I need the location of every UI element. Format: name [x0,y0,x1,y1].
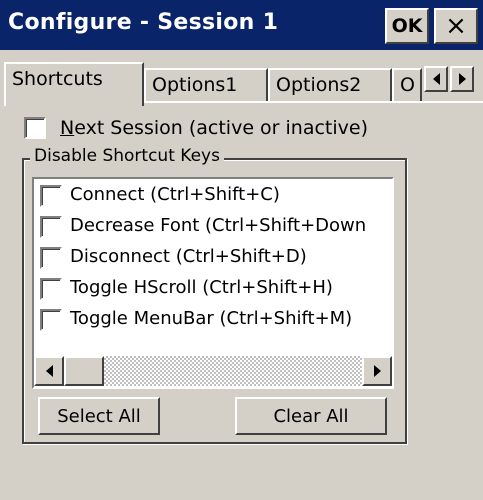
list-item[interactable]: Connect (Ctrl+Shift+C) [34,181,392,211]
next-session-mnemonic: N [60,117,75,139]
arrow-right-icon [373,365,381,377]
window-title: Configure - Session 1 [8,10,279,35]
next-session-checkbox[interactable] [24,117,46,139]
tab-options1-label: Options1 [152,74,238,96]
list-item-checkbox[interactable] [40,309,62,331]
arrow-left-icon [45,365,53,377]
scrollbar-thumb[interactable] [64,356,104,386]
list-item[interactable]: Disconnect (Ctrl+Shift+D) [34,243,392,273]
list-item-checkbox[interactable] [40,216,62,238]
tab-scroll-left-button[interactable] [424,66,448,92]
title-bar: Configure - Session 1 OK × [0,0,483,50]
list-item[interactable]: Decrease Font (Ctrl+Shift+Down [34,212,392,242]
scroll-left-button[interactable] [34,356,64,386]
select-all-button[interactable]: Select All [38,397,160,435]
configure-dialog: Configure - Session 1 OK × Shortcuts Opt… [0,0,483,500]
scroll-right-button[interactable] [362,356,392,386]
clear-all-button[interactable]: Clear All [235,397,387,435]
tab-options2-label: Options2 [276,74,362,96]
tab-options3-partial[interactable]: O [392,68,422,102]
close-button[interactable]: × [434,8,478,44]
scrollbar-track[interactable] [104,356,362,386]
arrow-left-icon [432,73,440,85]
tab-shortcuts[interactable]: Shortcuts [4,62,144,106]
list-item-checkbox[interactable] [40,278,62,300]
next-session-label-rest: ext Session (active or inactive) [74,117,369,139]
next-session-label[interactable]: Next Session (active or inactive) [60,117,368,139]
arrow-right-icon [458,73,466,85]
tab-shortcuts-label: Shortcuts [12,68,103,90]
tab-strip: Shortcuts Options1 Options2 O [0,56,483,106]
list-item-label: Toggle HScroll (Ctrl+Shift+H) [70,277,333,298]
list-item-label: Decrease Font (Ctrl+Shift+Down [70,215,367,236]
horizontal-scrollbar[interactable] [34,356,392,386]
ok-button[interactable]: OK [385,8,429,44]
list-item-label: Connect (Ctrl+Shift+C) [70,184,280,205]
list-item-checkbox[interactable] [40,185,62,207]
list-item-checkbox[interactable] [40,247,62,269]
list-item-label: Toggle MenuBar (Ctrl+Shift+M) [70,308,353,329]
group-legend: Disable Shortcut Keys [30,146,224,166]
tab-options3-label: O [400,74,415,96]
list-item-label: Disconnect (Ctrl+Shift+D) [70,246,307,267]
close-icon: × [445,11,467,41]
list-item[interactable]: Toggle MenuBar (Ctrl+Shift+M) [34,305,392,335]
tab-scroll-right-button[interactable] [450,66,474,92]
list-item[interactable]: Toggle HScroll (Ctrl+Shift+H) [34,274,392,304]
tab-divider [144,101,483,103]
tab-options1[interactable]: Options1 [144,68,268,102]
tab-options2[interactable]: Options2 [268,68,392,102]
